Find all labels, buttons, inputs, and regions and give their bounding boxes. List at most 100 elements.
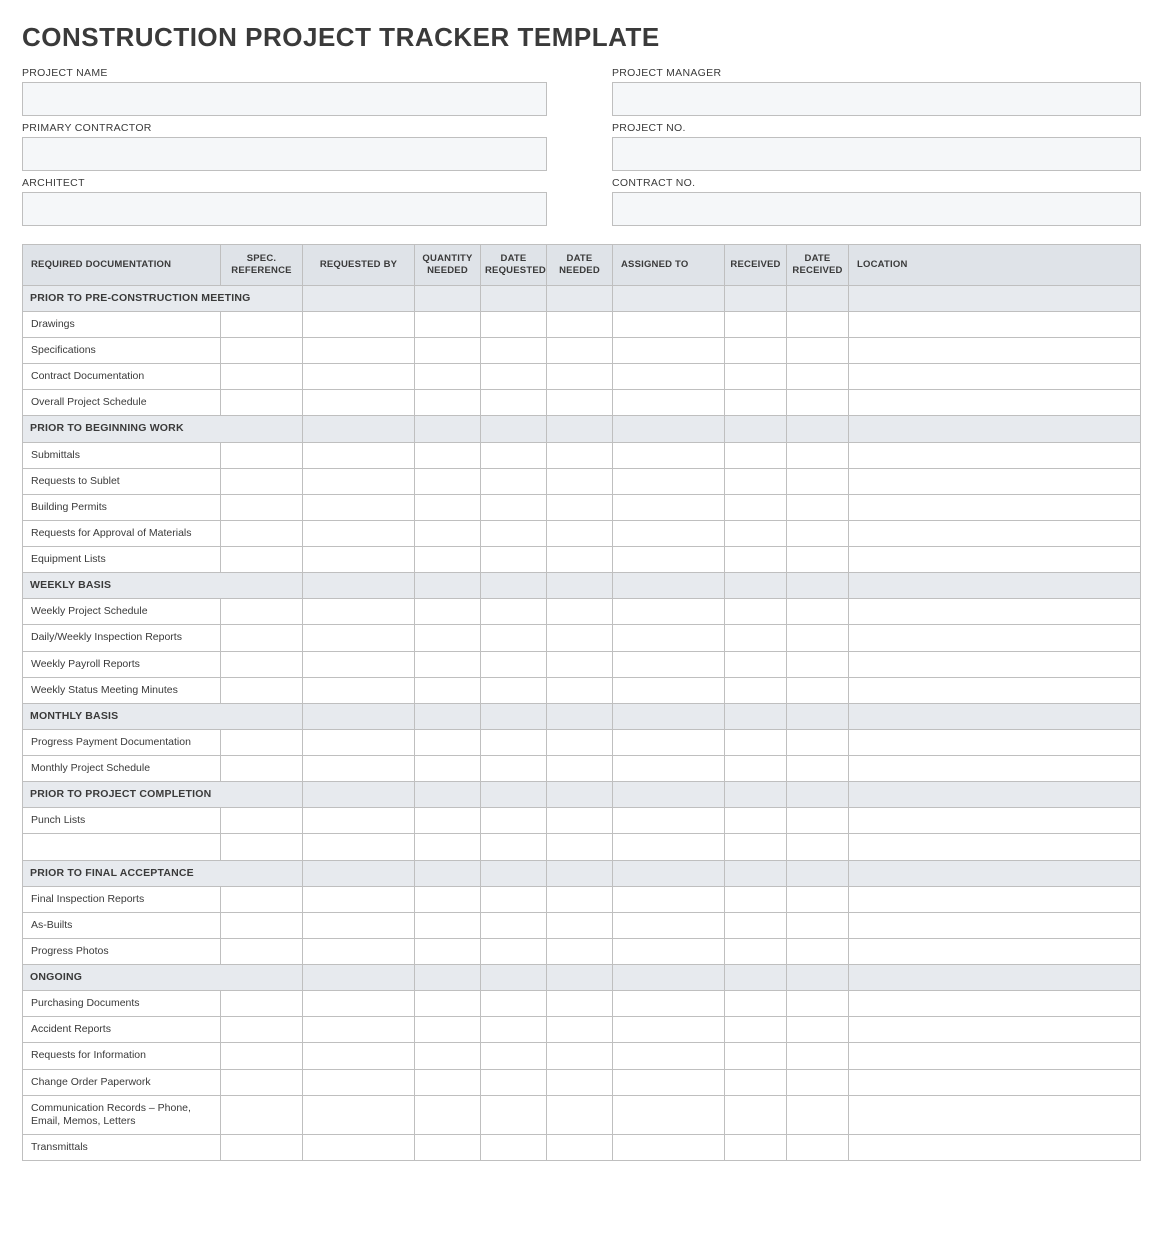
- data-cell[interactable]: [547, 938, 613, 964]
- data-cell[interactable]: [849, 468, 1141, 494]
- data-cell[interactable]: [547, 1134, 613, 1160]
- data-cell[interactable]: [787, 442, 849, 468]
- data-cell[interactable]: [415, 625, 481, 651]
- data-cell[interactable]: [415, 651, 481, 677]
- data-cell[interactable]: [613, 729, 725, 755]
- data-cell[interactable]: [303, 1095, 415, 1134]
- data-cell[interactable]: [787, 468, 849, 494]
- data-cell[interactable]: [303, 390, 415, 416]
- doc-name-cell[interactable]: Progress Payment Documentation: [23, 729, 221, 755]
- data-cell[interactable]: [725, 311, 787, 337]
- data-cell[interactable]: [725, 494, 787, 520]
- data-cell[interactable]: [221, 1043, 303, 1069]
- data-cell[interactable]: [849, 494, 1141, 520]
- data-cell[interactable]: [849, 651, 1141, 677]
- data-cell[interactable]: [415, 390, 481, 416]
- data-cell[interactable]: [849, 677, 1141, 703]
- data-cell[interactable]: [613, 991, 725, 1017]
- data-cell[interactable]: [303, 520, 415, 546]
- input-contract-no[interactable]: [612, 192, 1141, 226]
- data-cell[interactable]: [481, 599, 547, 625]
- data-cell[interactable]: [547, 625, 613, 651]
- data-cell[interactable]: [303, 756, 415, 782]
- data-cell[interactable]: [547, 677, 613, 703]
- data-cell[interactable]: [787, 311, 849, 337]
- data-cell[interactable]: [221, 886, 303, 912]
- data-cell[interactable]: [221, 808, 303, 834]
- data-cell[interactable]: [787, 651, 849, 677]
- doc-name-cell[interactable]: Daily/Weekly Inspection Reports: [23, 625, 221, 651]
- doc-name-cell[interactable]: Contract Documentation: [23, 364, 221, 390]
- data-cell[interactable]: [481, 338, 547, 364]
- data-cell[interactable]: [849, 834, 1141, 860]
- data-cell[interactable]: [221, 677, 303, 703]
- data-cell[interactable]: [613, 677, 725, 703]
- data-cell[interactable]: [547, 494, 613, 520]
- data-cell[interactable]: [547, 442, 613, 468]
- doc-name-cell[interactable]: Purchasing Documents: [23, 991, 221, 1017]
- doc-name-cell[interactable]: Accident Reports: [23, 1017, 221, 1043]
- data-cell[interactable]: [787, 834, 849, 860]
- data-cell[interactable]: [725, 1095, 787, 1134]
- data-cell[interactable]: [481, 886, 547, 912]
- doc-name-cell[interactable]: Progress Photos: [23, 938, 221, 964]
- data-cell[interactable]: [221, 390, 303, 416]
- data-cell[interactable]: [613, 390, 725, 416]
- doc-name-cell[interactable]: Change Order Paperwork: [23, 1069, 221, 1095]
- data-cell[interactable]: [787, 1095, 849, 1134]
- data-cell[interactable]: [481, 1095, 547, 1134]
- data-cell[interactable]: [481, 912, 547, 938]
- data-cell[interactable]: [303, 677, 415, 703]
- doc-name-cell[interactable]: Weekly Payroll Reports: [23, 651, 221, 677]
- data-cell[interactable]: [849, 1043, 1141, 1069]
- data-cell[interactable]: [303, 991, 415, 1017]
- data-cell[interactable]: [613, 625, 725, 651]
- data-cell[interactable]: [725, 364, 787, 390]
- data-cell[interactable]: [481, 834, 547, 860]
- data-cell[interactable]: [725, 599, 787, 625]
- data-cell[interactable]: [787, 886, 849, 912]
- data-cell[interactable]: [787, 912, 849, 938]
- data-cell[interactable]: [303, 808, 415, 834]
- data-cell[interactable]: [221, 912, 303, 938]
- data-cell[interactable]: [303, 547, 415, 573]
- data-cell[interactable]: [221, 834, 303, 860]
- doc-name-cell[interactable]: Drawings: [23, 311, 221, 337]
- data-cell[interactable]: [547, 599, 613, 625]
- data-cell[interactable]: [303, 468, 415, 494]
- data-cell[interactable]: [221, 1017, 303, 1043]
- data-cell[interactable]: [481, 390, 547, 416]
- data-cell[interactable]: [787, 520, 849, 546]
- data-cell[interactable]: [725, 1043, 787, 1069]
- data-cell[interactable]: [547, 991, 613, 1017]
- data-cell[interactable]: [415, 1069, 481, 1095]
- data-cell[interactable]: [613, 1043, 725, 1069]
- doc-name-cell[interactable]: Specifications: [23, 338, 221, 364]
- doc-name-cell[interactable]: Overall Project Schedule: [23, 390, 221, 416]
- data-cell[interactable]: [303, 311, 415, 337]
- data-cell[interactable]: [221, 1069, 303, 1095]
- data-cell[interactable]: [221, 651, 303, 677]
- data-cell[interactable]: [481, 494, 547, 520]
- data-cell[interactable]: [221, 520, 303, 546]
- data-cell[interactable]: [787, 599, 849, 625]
- data-cell[interactable]: [481, 520, 547, 546]
- data-cell[interactable]: [481, 729, 547, 755]
- doc-name-cell[interactable]: Final Inspection Reports: [23, 886, 221, 912]
- data-cell[interactable]: [221, 991, 303, 1017]
- data-cell[interactable]: [849, 364, 1141, 390]
- data-cell[interactable]: [303, 494, 415, 520]
- data-cell[interactable]: [481, 651, 547, 677]
- data-cell[interactable]: [787, 1017, 849, 1043]
- data-cell[interactable]: [849, 390, 1141, 416]
- doc-name-cell[interactable]: Requests to Sublet: [23, 468, 221, 494]
- data-cell[interactable]: [415, 1017, 481, 1043]
- data-cell[interactable]: [481, 311, 547, 337]
- data-cell[interactable]: [787, 677, 849, 703]
- data-cell[interactable]: [547, 468, 613, 494]
- data-cell[interactable]: [415, 756, 481, 782]
- data-cell[interactable]: [303, 364, 415, 390]
- data-cell[interactable]: [613, 1134, 725, 1160]
- data-cell[interactable]: [415, 912, 481, 938]
- data-cell[interactable]: [849, 625, 1141, 651]
